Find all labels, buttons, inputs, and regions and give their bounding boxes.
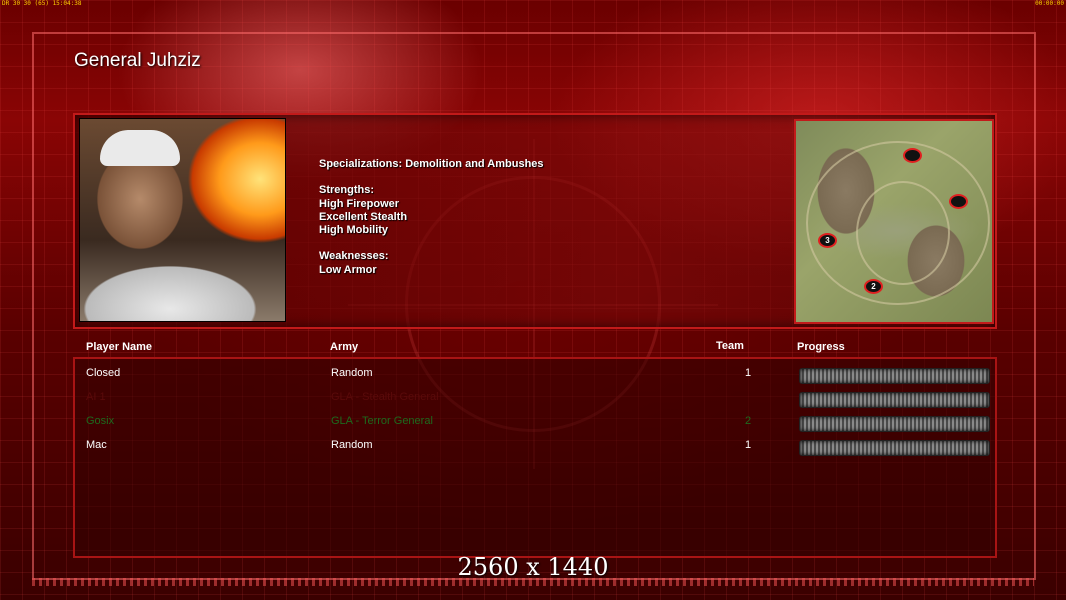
header-player-name: Player Name [86, 341, 153, 353]
header-progress: Progress [797, 341, 845, 353]
portrait-headwrap [100, 130, 180, 166]
progress-bar [799, 416, 990, 432]
general-description: Specializations: Demolition and Ambushes… [319, 158, 544, 277]
general-title: General Juhziz [74, 50, 201, 71]
player-army: Random [331, 367, 373, 379]
start-position-marker[interactable] [949, 194, 968, 209]
player-team: 1 [745, 439, 752, 451]
strength-item: High Mobility [319, 224, 389, 237]
strength-item: Excellent Stealth [319, 210, 408, 223]
player-row[interactable]: Mac Random 1 [75, 435, 995, 459]
player-team: 1 [745, 367, 752, 379]
progress-bar [799, 440, 990, 456]
player-name: Mac [86, 439, 107, 451]
player-name: Closed [86, 367, 121, 379]
resolution-label: 2560 x 1440 [457, 553, 609, 581]
hud-stats: DR 30 30 (65) 15:04:38 [2, 0, 82, 7]
player-army: GLA - Stealth General [331, 391, 439, 403]
player-name: Gosix [86, 415, 115, 427]
map-road [856, 181, 950, 285]
player-row[interactable]: Closed Random 1 [75, 363, 995, 387]
player-army: Random [331, 439, 373, 451]
header-army: Army [330, 341, 359, 353]
strength-item: High Firepower [319, 197, 400, 210]
player-team: 2 [745, 415, 752, 427]
start-position-marker-3[interactable]: 3 [818, 233, 837, 248]
player-row[interactable]: AI 1 GLA - Stealth General [75, 387, 995, 411]
strengths-label: Strengths: [319, 184, 374, 197]
bottom-decoration [32, 578, 1034, 586]
start-position-marker-2[interactable]: 2 [864, 279, 883, 294]
player-row[interactable]: Gosix GLA - Terror General 2 [75, 411, 995, 435]
hud-clock: 00:00:00 [1035, 0, 1064, 7]
specializations-text: Specializations: Demolition and Ambushes [319, 158, 544, 170]
player-name: AI 1 [86, 391, 106, 403]
start-position-marker[interactable] [903, 148, 922, 163]
weakness-item: Low Armor [319, 263, 377, 276]
header-team: Team [716, 340, 744, 352]
player-army: GLA - Terror General [331, 415, 433, 427]
progress-bar [799, 368, 990, 384]
map-preview[interactable]: 3 2 [794, 119, 994, 324]
weaknesses-label: Weaknesses: [319, 250, 389, 263]
progress-bar [799, 392, 990, 408]
player-list: Closed Random 1 AI 1 GLA - Stealth Gener… [73, 357, 997, 558]
